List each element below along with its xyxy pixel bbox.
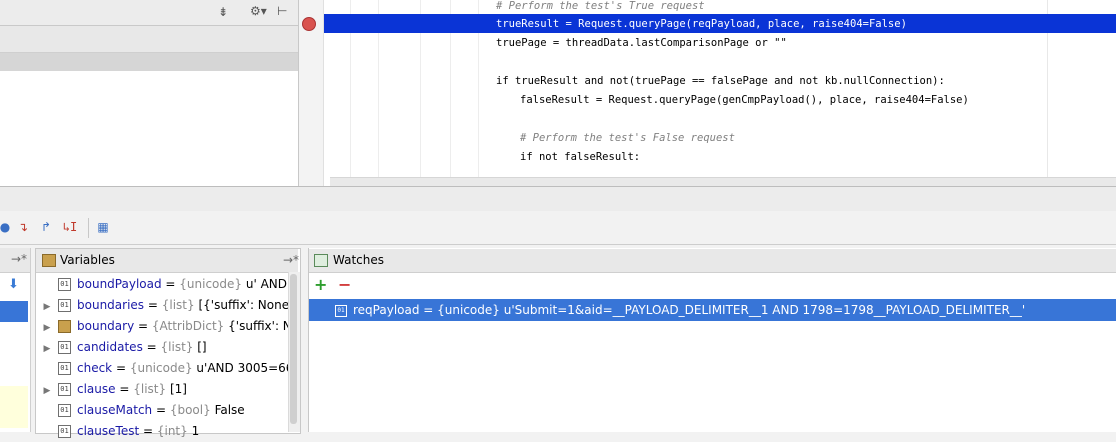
value-type-icon: 01 [58, 341, 71, 354]
run-to-cursor-icon[interactable]: ↳I [61, 218, 79, 236]
watches-panel [308, 248, 1116, 432]
variable-name: clauseTest [77, 424, 140, 438]
watch-type: {unicode} [437, 303, 500, 317]
watch-value: u'Submit=1&aid=__PAYLOAD_DELIMITER__1 AN… [503, 303, 1026, 317]
variable-value: u'AND 3005=6649 [196, 361, 288, 375]
code-line[interactable]: if not falseResult: [520, 148, 640, 167]
variable-value: [] [197, 340, 207, 354]
variable-value: [{'suffix': None, 'le [198, 298, 288, 312]
variables-scroll-thumb[interactable] [290, 274, 297, 424]
variable-name: candidates [77, 340, 143, 354]
evaluate-expression-icon[interactable]: ▦ [94, 218, 112, 236]
variable-value: 1 [191, 424, 200, 438]
frames-header: →* [0, 248, 30, 273]
variable-value: {'suffix': Non [228, 319, 288, 333]
debug-toolbar [0, 211, 1116, 245]
variable-type: {bool} [169, 403, 211, 417]
variable-type: {AttribDict} [151, 319, 225, 333]
variable-value: [1] [169, 382, 187, 396]
value-type-icon: 01 [58, 362, 71, 375]
project-tree [0, 71, 298, 186]
breakpoint-icon[interactable] [302, 17, 316, 31]
plus-icon[interactable]: + [314, 276, 327, 294]
down-arrow-icon[interactable]: ⬇ [8, 277, 19, 292]
variables-icon [42, 254, 56, 267]
pin-icon[interactable]: →* [283, 249, 299, 272]
dict-type-icon [58, 320, 71, 333]
code-line[interactable]: # Perform the test's True request [496, 0, 705, 16]
variable-name: check [77, 361, 113, 375]
variable-row[interactable]: ▶01boundaries = {list} [{'suffix': None,… [36, 295, 288, 316]
frame-row-highlight[interactable] [0, 386, 28, 428]
variable-name: boundary [77, 319, 135, 333]
code-line[interactable]: truePage = threadData.lastComparisonPage… [496, 34, 787, 53]
debug-tool-window-header [0, 186, 1116, 212]
value-type-icon: 01 [58, 383, 71, 396]
code-line[interactable]: trueResult = Request.queryPage(reqPayloa… [496, 15, 907, 34]
variable-type: {unicode} [179, 277, 243, 291]
variable-row[interactable]: ▶boundary = {AttribDict} {'suffix': Non [36, 316, 288, 337]
selected-frame[interactable] [0, 301, 28, 322]
value-type-icon: 01 [58, 299, 71, 312]
minus-icon[interactable]: − [338, 276, 351, 294]
step-out-icon[interactable]: ↱ [37, 218, 55, 236]
code-line[interactable]: # Perform the test's False request [520, 129, 735, 148]
watches-title: Watches [333, 253, 384, 267]
watch-type-icon: 01 [335, 304, 347, 317]
watches-header: Watches [309, 249, 1116, 273]
variable-name: boundaries [77, 298, 145, 312]
pin-icon[interactable]: →* [11, 248, 27, 271]
watch-name: reqPayload [353, 303, 420, 317]
variable-value: False [214, 403, 245, 417]
code-line[interactable]: if trueResult and not(truePage == falseP… [496, 72, 945, 91]
project-row[interactable] [0, 26, 298, 53]
variable-row[interactable]: ▶ 01 clause = {list} [1] [36, 379, 288, 400]
collapse-all-icon[interactable]: ⇟ [218, 5, 228, 19]
expand-arrow-icon[interactable]: ▶ [40, 339, 54, 358]
variable-type: {unicode} [129, 361, 193, 375]
project-toolbar: ⇟ ⚙▾ ⊢ [0, 0, 298, 26]
expand-arrow-icon[interactable]: ▶ [40, 297, 54, 316]
watches-icon [314, 254, 328, 267]
variables-title: Variables [60, 253, 115, 267]
variable-name: clauseMatch [77, 403, 153, 417]
variable-row[interactable]: 01check = {unicode} u'AND 3005=6649 [36, 358, 288, 379]
variable-name: clause [77, 382, 116, 396]
variable-type: {list} [161, 298, 195, 312]
variables-header: Variables →* [36, 249, 299, 273]
project-row-selected[interactable] [0, 53, 298, 71]
step-into-my-code-icon[interactable]: ● [0, 218, 14, 236]
expand-arrow-icon[interactable]: ▶ [40, 318, 54, 337]
variable-type: {int} [156, 424, 188, 438]
variable-row[interactable]: ▶ 01 candidates = {list} [] [36, 337, 288, 358]
toolbar-separator [88, 218, 89, 238]
variable-type: {list} [133, 382, 167, 396]
code-line[interactable]: falseResult = Request.queryPage(genCmpPa… [520, 91, 969, 110]
variable-row[interactable]: 01boundPayload = {unicode} u' AND 1 [36, 274, 288, 295]
variable-type: {list} [160, 340, 194, 354]
value-type-icon: 01 [58, 404, 71, 417]
value-type-icon: 01 [58, 278, 71, 291]
gear-icon[interactable]: ⚙▾ [250, 4, 267, 18]
hide-panel-icon[interactable]: ⊢ [277, 4, 287, 18]
watch-item[interactable]: 01 reqPayload = {unicode} u'Submit=1&aid=… [309, 299, 1116, 321]
variable-value: u' AND 1 [245, 277, 288, 291]
variable-row[interactable]: 01 clauseMatch = {bool} False [36, 400, 288, 421]
variable-name: boundPayload [77, 277, 162, 291]
force-step-into-icon[interactable]: ↴ [14, 218, 32, 236]
expand-arrow-icon[interactable]: ▶ [40, 381, 54, 400]
